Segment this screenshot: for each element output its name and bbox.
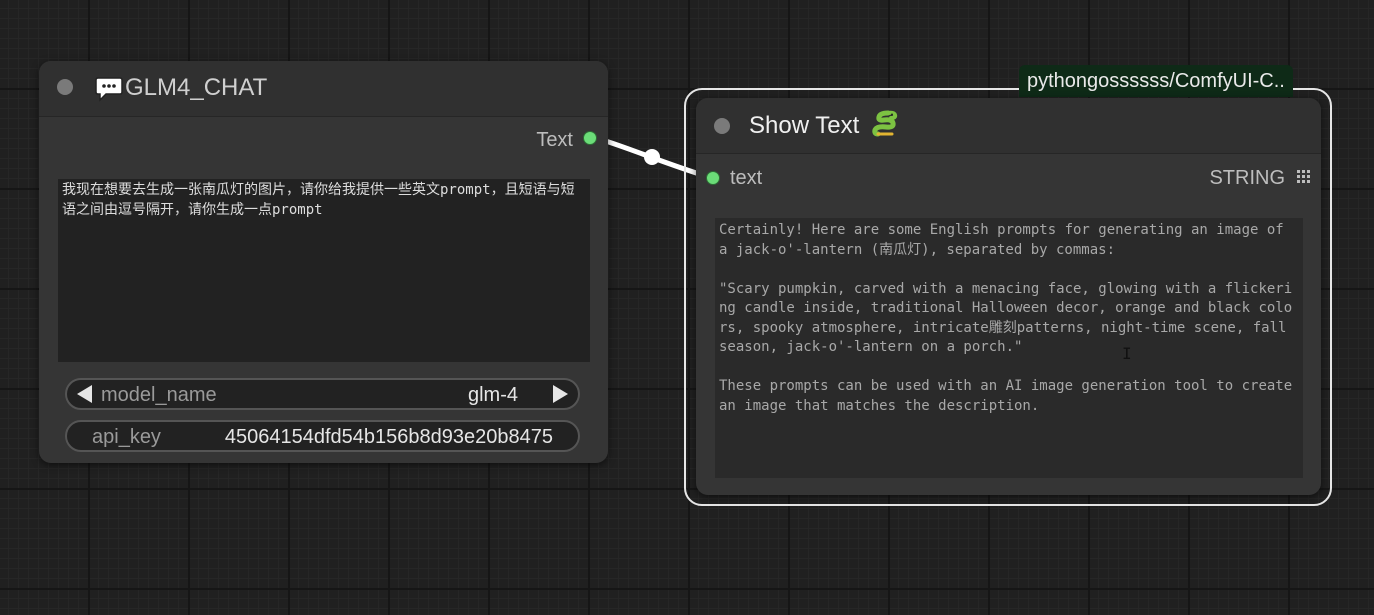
- input-label-text: text: [730, 167, 763, 189]
- combo-right-arrow-icon[interactable]: [553, 385, 568, 403]
- node-title: GLM4_CHAT: [125, 74, 268, 101]
- node-source-badge: pythongossssss/ComfyUI-C..: [1019, 65, 1293, 97]
- text-cursor-icon: I: [1122, 344, 1132, 363]
- output-socket[interactable]: [583, 131, 597, 145]
- model-name-label: model_name: [101, 384, 217, 406]
- node-title: Show Text: [749, 112, 860, 139]
- output-type-label: STRING: [1209, 167, 1285, 189]
- collapse-toggle[interactable]: [714, 118, 730, 134]
- api-key-value: 45064154dfd54b156b8d93e20b8475: [224, 426, 553, 448]
- snake-icon: [872, 110, 900, 143]
- model-name-combo[interactable]: model_name glm-4: [65, 378, 580, 410]
- collapse-toggle[interactable]: [57, 79, 73, 95]
- combo-left-arrow-icon[interactable]: [77, 385, 92, 403]
- output-label-text: Text: [536, 129, 573, 151]
- show-text-node-header[interactable]: Show Text: [696, 98, 1321, 154]
- output-textarea[interactable]: Certainly! Here are some English prompts…: [715, 218, 1303, 478]
- grid-output-icon[interactable]: [1297, 170, 1311, 189]
- show-text-node[interactable]: Show Text text STRING Certainly! Here ar…: [696, 98, 1321, 495]
- api-key-label: api_key: [92, 426, 161, 448]
- api-key-field[interactable]: api_key 45064154dfd54b156b8d93e20b8475: [65, 420, 580, 452]
- link-midpoint-handle: [644, 149, 660, 165]
- input-socket[interactable]: [706, 171, 720, 185]
- model-name-value: glm-4: [467, 384, 518, 406]
- glm4-chat-node-header[interactable]: GLM4_CHAT: [39, 61, 608, 117]
- speech-bubble-icon: [95, 76, 123, 107]
- glm4-chat-node[interactable]: GLM4_CHAT Text 我现在想要去生成一张南瓜灯的图片，请你给我提供一些…: [39, 61, 608, 463]
- prompt-textarea[interactable]: 我现在想要去生成一张南瓜灯的图片，请你给我提供一些英文prompt，且短语与短语…: [58, 179, 590, 362]
